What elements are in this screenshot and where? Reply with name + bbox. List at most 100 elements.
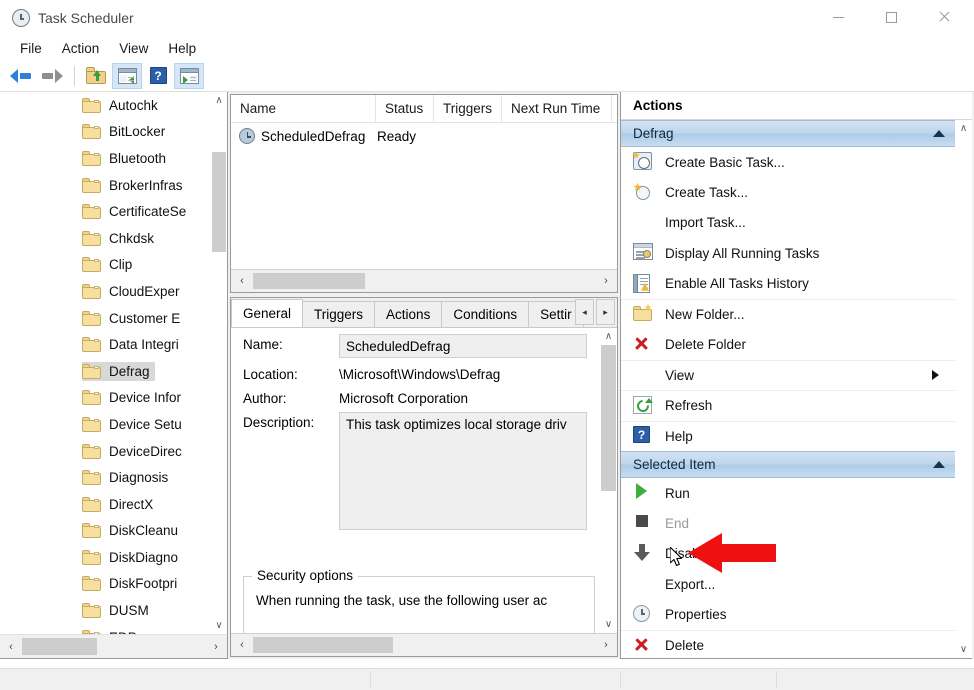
forward-button[interactable] xyxy=(37,63,67,89)
action-item-new-folder[interactable]: New Folder... xyxy=(621,298,955,329)
folder-icon xyxy=(82,177,101,193)
toolbar-help-button[interactable]: ? xyxy=(143,63,173,89)
collapse-caret-icon[interactable] xyxy=(933,130,945,137)
menu-item-view[interactable]: View xyxy=(109,39,158,58)
actions-group-header-defrag[interactable]: Defrag xyxy=(621,120,955,147)
tab-actions[interactable]: Actions xyxy=(374,301,443,327)
action-item-create-task[interactable]: Create Task... xyxy=(621,177,955,207)
tab-general[interactable]: General xyxy=(231,299,304,327)
tree-item-diskdiagno[interactable]: DiskDiagno xyxy=(0,544,227,571)
tree-scroll-track[interactable] xyxy=(211,109,227,617)
detail-horizontal-scrollbar[interactable]: ‹ › xyxy=(231,633,617,656)
tree-item-diskfootpri[interactable]: DiskFootpri xyxy=(0,571,227,598)
tree-hscroll-track[interactable] xyxy=(22,638,205,655)
column-header-triggers[interactable]: Triggers xyxy=(434,95,502,122)
actions-scroll-up-button[interactable]: ∧ xyxy=(955,120,972,137)
tree-hscroll-thumb[interactable] xyxy=(22,638,97,655)
tree-scroll-thumb[interactable] xyxy=(212,152,226,252)
field-value-description[interactable]: This task optimizes local storage driv xyxy=(339,412,587,530)
menu-item-action[interactable]: Action xyxy=(52,39,110,58)
list-hscroll-thumb[interactable] xyxy=(253,273,365,289)
tree-scroll-down-button[interactable]: ∨ xyxy=(211,617,227,634)
action-item-delete[interactable]: Delete xyxy=(621,629,955,658)
detail-scroll-track[interactable] xyxy=(600,345,617,616)
action-item-view[interactable]: View xyxy=(621,359,955,390)
tree-hscroll-left-button[interactable]: ‹ xyxy=(0,641,22,653)
list-hscroll-track[interactable] xyxy=(253,273,595,289)
column-header-name[interactable]: Name xyxy=(231,95,376,122)
task-row[interactable]: ScheduledDefrag Ready xyxy=(231,123,617,149)
menu-item-help[interactable]: Help xyxy=(158,39,206,58)
tree-item-customer-e[interactable]: Customer E xyxy=(0,305,227,332)
list-hscroll-right-button[interactable]: › xyxy=(595,275,617,287)
detail-field-row: Name: ScheduledDefrag xyxy=(231,328,617,358)
tree-item-autochk[interactable]: Autochk xyxy=(0,92,227,119)
action-item-disable[interactable]: Disable xyxy=(621,539,955,569)
action-item-delete-folder[interactable]: Delete Folder xyxy=(621,329,955,359)
tree-vertical-scrollbar[interactable]: ∧ ∨ xyxy=(210,92,227,634)
actions-scroll-track[interactable] xyxy=(955,137,972,641)
actions-scroll-down-button[interactable]: ∨ xyxy=(955,641,972,658)
tree-item-label: Bluetooth xyxy=(109,150,167,166)
detail-vertical-scrollbar[interactable]: ∧ ∨ xyxy=(600,328,617,633)
tree-item-device-setu[interactable]: Device Setu xyxy=(0,411,227,438)
action-item-refresh[interactable]: Refresh xyxy=(621,390,955,420)
tree-hscroll-right-button[interactable]: › xyxy=(205,641,227,653)
detail-hscroll-right-button[interactable]: › xyxy=(595,639,617,651)
detail-hscroll-track[interactable] xyxy=(253,637,595,653)
tree-item-certificates[interactable]: CertificateSе xyxy=(0,198,227,225)
tree-item-directx[interactable]: DirectX xyxy=(0,491,227,518)
list-hscroll-left-button[interactable]: ‹ xyxy=(231,275,253,287)
field-value-name[interactable]: ScheduledDefrag xyxy=(339,334,587,358)
tree-horizontal-scrollbar[interactable]: ‹ › xyxy=(0,634,227,658)
tab-scroll-right-button[interactable]: ▸ xyxy=(596,299,615,325)
tree-item-device-infor[interactable]: Device Infor xyxy=(0,385,227,412)
action-item-enable-all-tasks-history[interactable]: Enable All Tasks History xyxy=(621,269,955,299)
task-list-horizontal-scrollbar[interactable]: ‹ › xyxy=(231,269,617,292)
tree-item-bluetooth[interactable]: Bluetooth xyxy=(0,145,227,172)
tree-item-cloudexper[interactable]: CloudExper xyxy=(0,278,227,305)
tab-triggers[interactable]: Triggers xyxy=(302,301,376,327)
minimize-button[interactable] xyxy=(815,0,861,34)
action-item-label: Delete xyxy=(665,638,705,654)
collapse-caret-icon[interactable] xyxy=(933,460,945,468)
tree-item-diskcleanu[interactable]: DiskCleanu xyxy=(0,518,227,545)
action-item-properties[interactable]: Properties xyxy=(621,599,955,629)
show-console-tree-button[interactable] xyxy=(112,62,142,89)
tab-conditions[interactable]: Conditions xyxy=(441,301,530,327)
detail-scroll-up-button[interactable]: ∧ xyxy=(600,328,617,345)
up-one-level-button[interactable] xyxy=(81,63,111,89)
action-item-import-task[interactable]: Import Task... xyxy=(621,208,955,238)
tab-scroll-left-button[interactable]: ◂ xyxy=(575,299,594,325)
tree-item-diagnosis[interactable]: Diagnosis xyxy=(0,464,227,491)
menu-item-file[interactable]: File xyxy=(10,39,52,58)
actions-vertical-scrollbar[interactable]: ∧ ∨ xyxy=(955,120,972,658)
action-item-export[interactable]: Export... xyxy=(621,569,955,599)
tree-item-defrag[interactable]: Defrag xyxy=(0,358,227,385)
action-item-display-all-running-tasks[interactable]: Display All Running Tasks xyxy=(621,238,955,268)
tree-item-data-integri[interactable]: Data Integri xyxy=(0,331,227,358)
actions-group-header-selected-item[interactable]: Selected Item xyxy=(621,450,955,478)
detail-hscroll-left-button[interactable]: ‹ xyxy=(231,639,253,651)
detail-scroll-down-button[interactable]: ∨ xyxy=(600,616,617,633)
tree-item-dusm[interactable]: DUSM xyxy=(0,597,227,624)
maximize-button[interactable] xyxy=(868,0,914,34)
tree-item-clip[interactable]: Clip xyxy=(0,252,227,279)
tree-item-devicedirec[interactable]: DeviceDirec xyxy=(0,438,227,465)
back-button[interactable] xyxy=(6,63,36,89)
close-button[interactable] xyxy=(921,0,967,34)
column-header-status[interactable]: Status xyxy=(376,95,434,122)
detail-scroll-thumb[interactable] xyxy=(601,345,616,491)
tree-item-brokerinfras[interactable]: BrokerInfras xyxy=(0,172,227,199)
security-options-group: Security options When running the task, … xyxy=(243,568,595,633)
action-item-create-basic-task[interactable]: Create Basic Task... xyxy=(621,147,955,177)
action-item-run[interactable]: Run xyxy=(621,478,955,508)
tree-item-bitlocker[interactable]: BitLocker xyxy=(0,119,227,146)
column-header-next-run-time[interactable]: Next Run Time xyxy=(502,95,612,122)
show-action-pane-button[interactable] xyxy=(174,62,204,89)
tree-item-edp[interactable]: EDP xyxy=(0,624,227,634)
detail-hscroll-thumb[interactable] xyxy=(253,637,393,653)
tree-scroll-up-button[interactable]: ∧ xyxy=(211,92,227,109)
tree-item-chkdsk[interactable]: Chkdsk xyxy=(0,225,227,252)
action-item-help[interactable]: ? Help xyxy=(621,420,955,451)
